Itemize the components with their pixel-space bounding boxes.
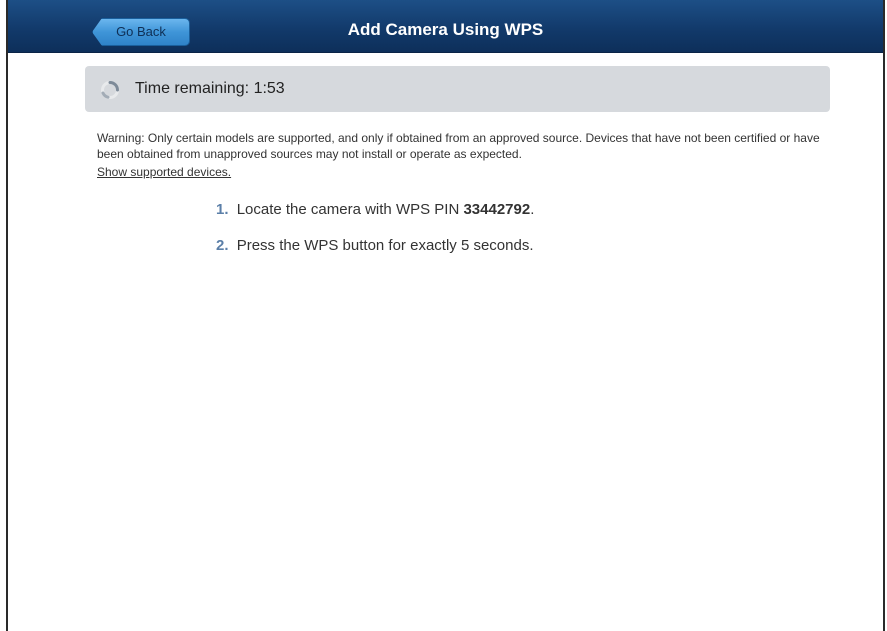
- show-supported-devices-link[interactable]: Show supported devices.: [97, 165, 231, 179]
- step-text: Press the WPS button for exactly 5 secon…: [236, 237, 534, 254]
- step-text: Locate the camera with WPS PIN: [236, 201, 464, 218]
- step-number: 1.: [216, 201, 229, 218]
- warning-text: Warning: Only certain models are support…: [97, 131, 820, 161]
- time-remaining: Time remaining: 1:53: [135, 80, 285, 98]
- step-number: 2.: [216, 237, 229, 254]
- spinner-icon: [101, 81, 119, 99]
- page-title: Add Camera Using WPS: [347, 20, 544, 39]
- timer-panel: Time remaining: 1:53: [85, 66, 830, 112]
- wps-pin: 33442792: [463, 201, 531, 218]
- list-item: 2. Press the WPS button for exactly 5 se…: [216, 234, 534, 270]
- app-window: Go Back Add Camera Using WPS Time remain…: [6, 0, 885, 631]
- time-remaining-label: Time remaining:: [135, 80, 254, 97]
- step-text-end: .: [530, 201, 535, 218]
- time-remaining-value: 1:53: [253, 80, 285, 97]
- header-bar: Go Back Add Camera Using WPS: [8, 0, 883, 53]
- list-item: 1. Locate the camera with WPS PIN 334427…: [216, 198, 534, 234]
- instruction-list: 1. Locate the camera with WPS PIN 334427…: [216, 198, 534, 270]
